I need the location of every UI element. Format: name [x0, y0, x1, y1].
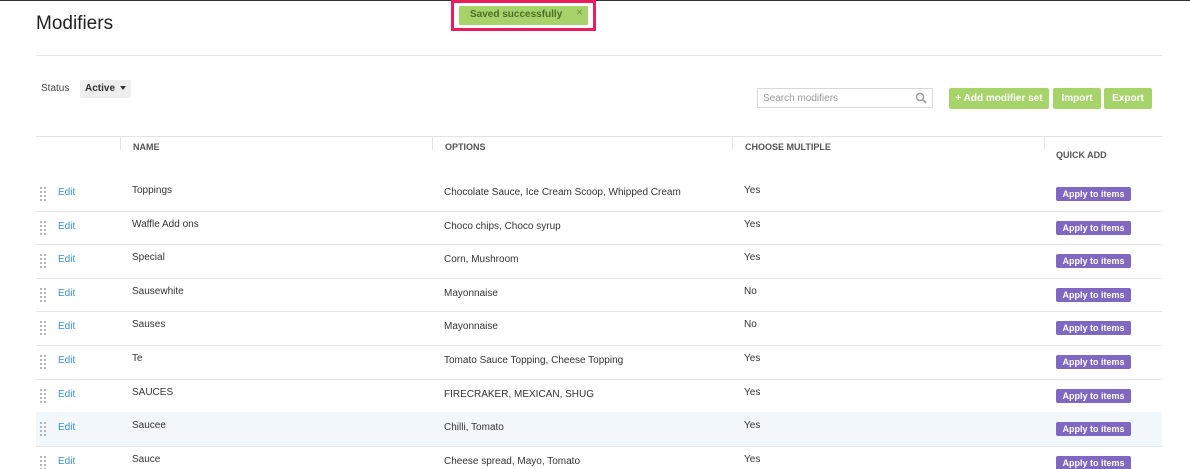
edit-link[interactable]: Edit [58, 321, 75, 332]
caret-down-icon [119, 86, 126, 91]
search-box[interactable] [757, 88, 933, 108]
modifier-options: Tomato Sauce Topping, Cheese Topping [444, 355, 624, 366]
modifier-options: FIRECRAKER, MEXICAN, SHUG [444, 389, 595, 400]
page-title: Modifiers [36, 13, 114, 34]
modifier-name: SAUCES [132, 387, 174, 398]
edit-link[interactable]: Edit [58, 355, 75, 366]
modifier-options: Mayonnaise [444, 288, 498, 299]
table-row: Edit Te Tomato Sauce Topping, Cheese Toppi… [36, 345, 1162, 379]
drag-handle-icon[interactable] [40, 187, 48, 201]
export-button[interactable]: Export [1104, 88, 1152, 109]
modifier-options: Chilli, Tomato [444, 422, 504, 433]
toast-message: Saved successfully [470, 9, 563, 20]
apply-to-items-button[interactable]: Apply to items [1056, 321, 1131, 335]
table-header-border [36, 136, 1162, 137]
drag-handle-icon[interactable] [40, 288, 48, 302]
edit-link[interactable]: Edit [58, 288, 75, 299]
modifier-name: Sauce [132, 454, 161, 465]
search-input[interactable] [758, 89, 908, 107]
apply-to-items-button[interactable]: Apply to items [1056, 221, 1131, 235]
table-row: Edit Sauce Cheese spread, Mayo, Tomato Yes A… [36, 446, 1162, 469]
choose-multiple-value: Yes [744, 387, 761, 398]
modifier-options: Mayonnaise [444, 321, 498, 332]
modifier-name: Toppings [132, 185, 173, 196]
choose-multiple-value: Yes [744, 353, 761, 364]
status-dropdown-value: Active [85, 83, 116, 94]
close-icon[interactable]: × [576, 5, 583, 19]
modifier-name: Sausewhite [132, 286, 184, 297]
column-separator [432, 136, 433, 150]
table-row: Edit SAUCES FIRECRAKER, MEXICAN, SHUG Yes Ap… [36, 379, 1162, 413]
edit-link[interactable]: Edit [58, 422, 75, 433]
apply-to-items-button[interactable]: Apply to items [1056, 456, 1131, 469]
apply-to-items-button[interactable]: Apply to items [1056, 355, 1131, 369]
choose-multiple-value: Yes [744, 454, 761, 465]
modifier-options: Choco chips, Choco syrup [444, 221, 561, 232]
column-separator [1044, 136, 1045, 150]
apply-to-items-button[interactable]: Apply to items [1056, 422, 1131, 436]
modifier-options: Chocolate Sauce, Ice Cream Scoop, Whippe… [444, 187, 681, 198]
modifier-name: Waffle Add ons [132, 219, 199, 230]
choose-multiple-value: Yes [744, 420, 761, 431]
table-row: Edit Waffle Add ons Choco chips, Choco syr… [36, 211, 1162, 245]
column-header-options[interactable]: OPTIONS [445, 142, 486, 152]
column-header-name[interactable]: NAME [133, 142, 160, 152]
table-row: Edit Saucee Chilli, Tomato Yes Apply to item… [36, 412, 1162, 446]
modifier-name: Sauses [132, 319, 166, 330]
apply-to-items-button[interactable]: Apply to items [1056, 187, 1131, 201]
drag-handle-icon[interactable] [40, 422, 48, 436]
modifier-options: Cheese spread, Mayo, Tomato [444, 456, 581, 467]
choose-multiple-value: Yes [744, 219, 761, 230]
table-row: Edit Special Corn, Mushroom Yes Apply to ite… [36, 244, 1162, 278]
add-modifier-set-button[interactable]: + Add modifier set [949, 88, 1049, 109]
edit-link[interactable]: Edit [58, 389, 75, 400]
apply-to-items-button[interactable]: Apply to items [1056, 254, 1131, 268]
drag-handle-icon[interactable] [40, 389, 48, 403]
apply-to-items-button[interactable]: Apply to items [1056, 389, 1131, 403]
table-row: Edit Toppings Chocolate Sauce, Ice Cream S… [36, 177, 1162, 211]
toast-highlight: Saved successfully × [451, 0, 596, 31]
modifier-name: Saucee [132, 420, 166, 431]
import-button[interactable]: Import [1053, 88, 1101, 109]
edit-link[interactable]: Edit [58, 456, 75, 467]
choose-multiple-value: Yes [744, 185, 761, 196]
column-separator [732, 136, 733, 150]
apply-to-items-button[interactable]: Apply to items [1056, 288, 1131, 302]
table-row: Edit Sausewhite Mayonnaise No Apply to items [36, 278, 1162, 312]
success-toast: Saved successfully × [459, 5, 588, 25]
drag-handle-icon[interactable] [40, 456, 48, 469]
drag-handle-icon[interactable] [40, 221, 48, 235]
modifier-name: Special [132, 252, 165, 263]
column-separator [120, 136, 121, 150]
choose-multiple-value: Yes [744, 252, 761, 263]
table-row: Edit Sauses Mayonnaise No Apply to items [36, 311, 1162, 345]
choose-multiple-value: No [744, 286, 757, 297]
column-header-quick-add: QUICK ADD [1056, 150, 1107, 160]
drag-handle-icon[interactable] [40, 321, 48, 335]
edit-link[interactable]: Edit [58, 254, 75, 265]
title-divider [36, 55, 1162, 56]
drag-handle-icon[interactable] [40, 254, 48, 268]
drag-handle-icon[interactable] [40, 355, 48, 369]
edit-link[interactable]: Edit [58, 187, 75, 198]
modifier-name: Te [132, 353, 143, 364]
search-icon[interactable] [915, 92, 927, 104]
status-dropdown[interactable]: Active [80, 80, 131, 98]
modifier-options: Corn, Mushroom [444, 254, 519, 265]
edit-link[interactable]: Edit [58, 221, 75, 232]
status-filter-label: Status [41, 83, 70, 94]
column-header-choose-multiple[interactable]: CHOOSE MULTIPLE [745, 142, 831, 152]
choose-multiple-value: No [744, 319, 757, 330]
